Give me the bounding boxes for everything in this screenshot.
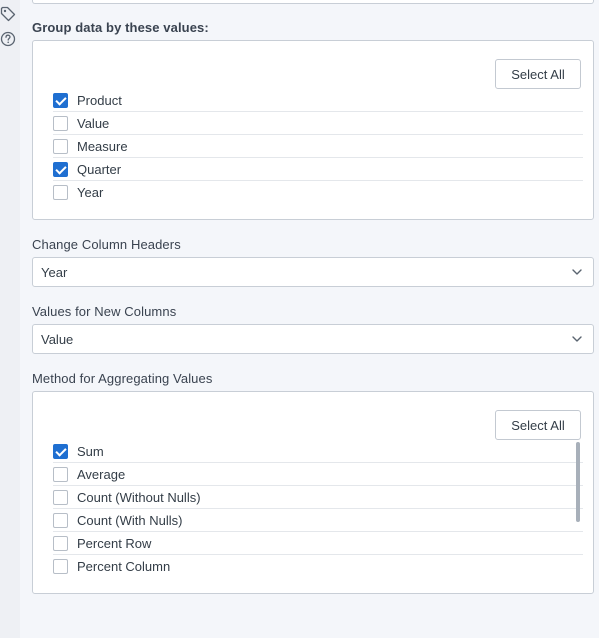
new-columns-label: Values for New Columns [32,304,177,319]
checkbox-row[interactable]: Measure [53,135,583,158]
checkbox-label: Percent Row [77,535,152,551]
checkbox-label: Product [77,92,122,108]
left-rail [0,0,20,638]
checkbox-row[interactable]: Product [53,89,583,112]
config-panel: Group data by these values: Select All P… [20,0,599,638]
checkbox[interactable] [53,443,68,459]
checkbox-row[interactable]: Count (With Nulls) [53,509,583,532]
checkbox-label: Percent Column [77,559,171,574]
group-select-all-button[interactable]: Select All [495,59,581,89]
group-check-list: Product Value Measure Quarter Year [53,89,583,204]
column-headers-dropdown[interactable]: Year [32,257,594,287]
aggregation-method-label: Method for Aggregating Values [32,371,213,386]
checkbox-label: Value [77,115,110,131]
checkbox-row[interactable]: Average [53,463,583,486]
checkbox[interactable] [53,161,68,177]
checkbox-label: Quarter [77,161,122,177]
checkbox[interactable] [53,115,68,131]
checkbox-label: Average [77,466,126,482]
checkbox-label: Measure [77,138,128,154]
help-circle-icon[interactable] [0,31,16,47]
new-columns-dropdown[interactable]: Value [32,324,594,354]
checkbox-row[interactable]: Percent Column [53,555,583,578]
checkbox[interactable] [53,559,68,574]
checkbox-label: Year [77,185,104,200]
checkbox[interactable] [53,138,68,154]
method-list-scrollbar[interactable] [576,442,580,522]
checkbox-row[interactable]: Year [53,181,583,204]
checkbox-row[interactable]: Percent Row [53,532,583,555]
checkbox[interactable] [53,535,68,551]
group-by-label: Group data by these values: [32,20,209,35]
checkbox-label: Count (With Nulls) [77,512,183,528]
checkbox[interactable] [53,466,68,482]
checkbox[interactable] [53,512,68,528]
checkbox[interactable] [53,92,68,108]
checkbox-row[interactable]: Value [53,112,583,135]
checkbox-row[interactable]: Sum [53,440,583,463]
checkbox[interactable] [53,489,68,505]
tag-icon[interactable] [0,6,16,22]
group-by-box: Select All Product Value Measure Quarter Yea… [32,40,594,220]
method-check-list: Sum Average Count (Without Nulls) Count (Wi… [53,440,583,578]
checkbox[interactable] [53,185,68,200]
previous-section-edge [32,0,594,4]
checkbox-row[interactable]: Quarter [53,158,583,181]
checkbox-row[interactable]: Count (Without Nulls) [53,486,583,509]
chevron-down-icon [572,269,582,275]
checkbox-label: Count (Without Nulls) [77,489,201,505]
new-columns-value: Value [41,331,74,347]
method-select-all-button[interactable]: Select All [495,410,581,440]
checkbox-label: Sum [77,443,104,459]
chevron-down-icon [572,336,582,342]
aggregation-method-box: Select All Sum Average Count (Without Null… [32,391,594,594]
column-headers-label: Change Column Headers [32,237,181,252]
column-headers-value: Year [41,264,68,280]
